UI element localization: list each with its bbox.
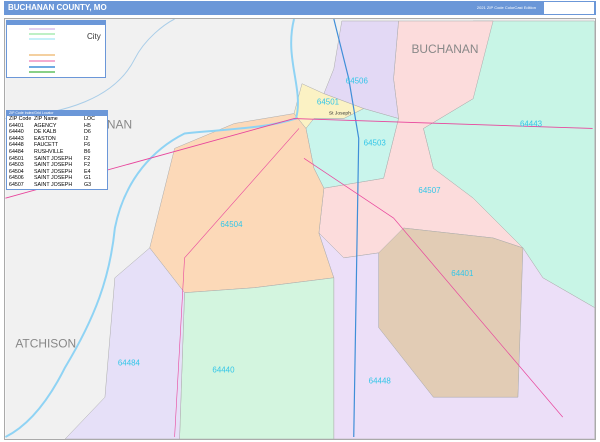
publisher-logo	[544, 2, 594, 14]
table-cell: RUSHVILLE	[34, 148, 64, 155]
table-cell: 64503	[9, 162, 24, 169]
table-cell: G1	[84, 175, 92, 182]
table-cell: 64440	[9, 129, 24, 136]
table-cell: H5	[84, 122, 91, 129]
table-cell: I2	[84, 135, 89, 142]
edition-label: 2021 ZIP Code ColorCast Edition	[476, 5, 536, 10]
zip-label-64506: 64506	[346, 77, 369, 86]
legend-symbols: City	[29, 28, 101, 73]
county-label-buchanan: BUCHANAN	[411, 42, 478, 56]
table-cell: 64448	[9, 142, 24, 149]
table-cell: 64501	[9, 155, 24, 162]
table-cell: SAINT JOSEPH	[34, 162, 73, 169]
zip-label-64401: 64401	[451, 269, 474, 278]
zip-area-64440[interactable]	[179, 277, 335, 439]
table-cell: F6	[84, 142, 91, 149]
table-cell: B6	[84, 148, 91, 155]
table-cell: F2	[84, 155, 91, 162]
zip-label-64501: 64501	[317, 98, 340, 107]
zip-label-64503: 64503	[364, 138, 387, 147]
table-cell: SAINT JOSEPH	[34, 168, 73, 175]
table-cell: G3	[84, 181, 92, 188]
table-row: 64507 SAINT JOSEPH G3	[7, 182, 107, 189]
table-row: 64484 RUSHVILLE B6	[7, 149, 107, 156]
table-row: 64504 SAINT JOSEPH E4	[7, 169, 107, 176]
col-loc: LOC	[84, 116, 95, 122]
map-title: BUCHANAN COUNTY, MO	[8, 3, 107, 12]
table-cell: FAUCETT	[34, 142, 59, 149]
zip-label-64443: 64443	[520, 119, 543, 128]
table-cell: 64506	[9, 175, 24, 182]
table-cell: 64504	[9, 168, 24, 175]
zip-map[interactable]: BUCHANAN BUCHANAN ATCHISON St Joseph 645…	[4, 18, 596, 440]
table-cell: F2	[84, 162, 91, 169]
table-cell: AGENCY	[34, 122, 57, 129]
header-bar: BUCHANAN COUNTY, MO 2021 ZIP Code ColorC…	[4, 1, 596, 15]
table-cell: 64443	[9, 135, 24, 142]
table-row: 64401 AGENCY H5	[7, 123, 107, 130]
zip-table-header: ZIP Code ZIP Name LOC	[7, 116, 107, 123]
table-row: 64448 FAUCETT F6	[7, 142, 107, 149]
table-row: 64440 DE KALB D6	[7, 129, 107, 136]
table-cell: D6	[84, 129, 91, 136]
col-zip-name: ZIP Name	[34, 116, 58, 122]
zip-label-64504: 64504	[220, 220, 243, 229]
table-cell: 64401	[9, 122, 24, 129]
svg-text:City: City	[87, 32, 101, 41]
table-row: 64443 EASTON I2	[7, 136, 107, 143]
col-zip-code: ZIP Code	[9, 116, 32, 122]
table-cell: SAINT JOSEPH	[34, 155, 73, 162]
zip-index-table: ZIP Code Index/Grid Locator ZIP Code ZIP…	[6, 110, 108, 190]
county-label-atchison: ATCHISON	[15, 336, 76, 350]
zip-label-64507: 64507	[418, 186, 441, 195]
table-row: 64501 SAINT JOSEPH F2	[7, 156, 107, 163]
city-label-st-joseph: St Joseph	[329, 111, 351, 117]
table-row: 64503 SAINT JOSEPH F2	[7, 162, 107, 169]
map-legend: City	[6, 20, 106, 78]
table-cell: E4	[84, 168, 91, 175]
table-cell: DE KALB	[34, 129, 57, 136]
zip-label-64440: 64440	[212, 365, 235, 374]
table-cell: SAINT JOSEPH	[34, 175, 73, 182]
table-cell: 64507	[9, 181, 24, 188]
zip-label-64484: 64484	[118, 358, 141, 367]
table-cell: EASTON	[34, 135, 56, 142]
table-row: 64506 SAINT JOSEPH G1	[7, 175, 107, 182]
zip-label-64448: 64448	[369, 376, 392, 385]
table-cell: 64484	[9, 148, 24, 155]
table-cell: SAINT JOSEPH	[34, 181, 73, 188]
